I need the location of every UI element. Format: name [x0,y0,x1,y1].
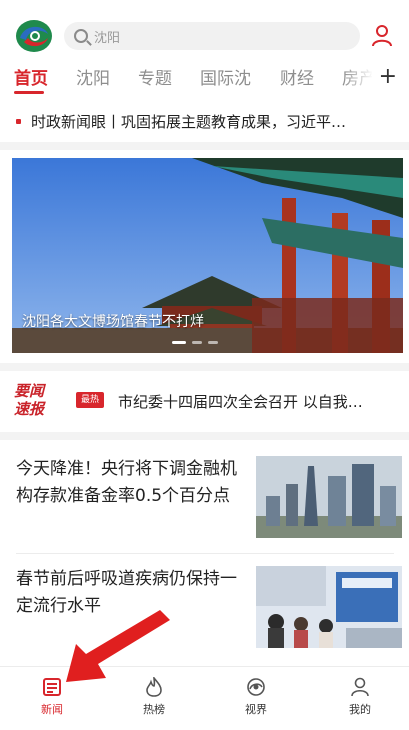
nav-hot-list-label: 热榜 [143,703,165,716]
tab-fade [343,64,373,92]
ticker-bullet-icon [16,118,21,124]
tab-home[interactable]: 首页 [14,64,48,89]
tab-finance[interactable]: 财经 [280,64,314,89]
city-skyline-image [256,456,402,538]
tab-shenyang[interactable]: 沈阳 [76,64,110,89]
app-logo[interactable] [14,18,54,54]
section-divider [0,432,409,440]
user-icon[interactable] [371,24,393,48]
carousel-indicator [172,341,218,344]
banner-carousel[interactable]: 沈阳各大文博场馆春节不打烊 [12,158,403,353]
carousel-dot[interactable] [208,341,218,344]
ticker-text: 时政新闻眼丨巩固拓展主题教育成果，习近平… [31,112,347,131]
carousel-dot[interactable] [192,341,202,344]
news-title: 春节前后呼吸道疾病仍保持一定流行水平 [16,569,237,616]
list-separator [16,553,394,554]
tab-topics[interactable]: 专题 [138,64,172,89]
key-news-logo: 要闻 速报 [14,382,58,418]
nav-vision-label: 视界 [245,703,267,716]
search-icon [74,29,88,43]
add-channel-icon[interactable]: + [379,66,397,88]
section-divider [0,142,409,150]
vision-icon [247,678,265,696]
nav-vision[interactable]: 视界 [226,677,286,717]
tab-international[interactable]: 国际沈 [200,64,251,89]
news-item[interactable]: 今天降准！央行将下调金融机构存款准备金率0.5个百分点 [16,456,402,548]
nav-news-label: 新闻 [41,703,63,716]
news-icon [43,678,61,696]
search-placeholder: 沈阳 [94,30,121,46]
active-tab-indicator [14,91,44,94]
search-bar[interactable]: 沈阳 [64,22,360,50]
key-news-logo-line1: 要闻 [14,382,45,400]
hospital-hall-image [256,566,402,648]
bottom-navigation: 新闻 热榜 视界 我的 [0,666,409,730]
flame-icon [146,677,162,697]
nav-profile[interactable]: 我的 [330,677,390,717]
carousel-dot[interactable] [172,341,186,344]
top-bar: 沈阳 [0,0,409,64]
nav-profile-label: 我的 [349,703,371,716]
key-news-logo-line2: 速报 [14,400,45,418]
key-news-bar[interactable]: 要闻 速报 最热 市纪委十四届四次全会召开 以自我… [0,378,409,422]
profile-icon [351,677,369,697]
news-title: 今天降准！央行将下调金融机构存款准备金率0.5个百分点 [16,459,237,506]
news-item[interactable]: 春节前后呼吸道疾病仍保持一定流行水平 [16,566,402,658]
headline-ticker[interactable]: 时政新闻眼丨巩固拓展主题教育成果，习近平… [0,110,409,132]
nav-hot-list[interactable]: 热榜 [124,677,184,717]
hot-badge: 最热 [76,392,104,408]
channel-tabs: 首页 沈阳 专题 国际沈 财经 房产 + [0,64,409,94]
section-divider [0,363,409,371]
key-news-text: 市纪委十四届四次全会召开 以自我… [118,393,363,411]
nav-news[interactable]: 新闻 [22,677,82,717]
banner-caption: 沈阳各大文博场馆春节不打烊 [22,314,204,330]
